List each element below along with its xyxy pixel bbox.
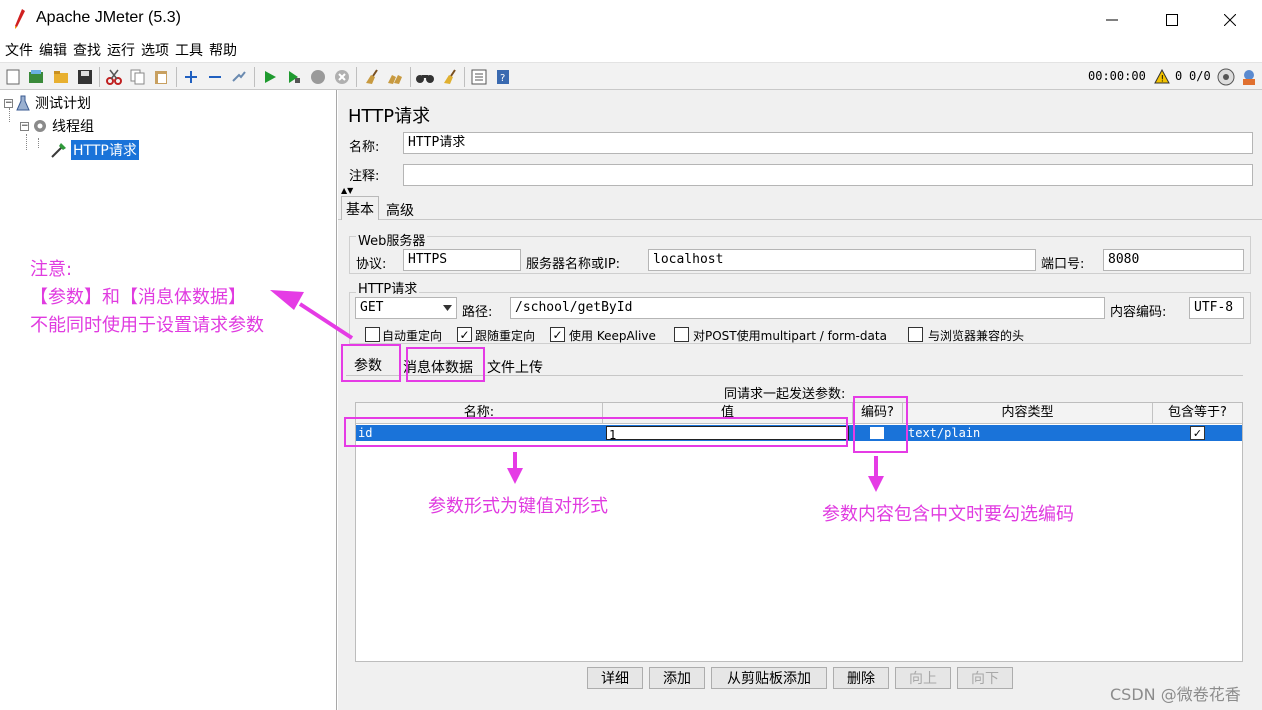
kv-note: 参数形式为键值对形式: [428, 496, 608, 517]
note-line-1: 【参数】和【消息体数据】: [30, 287, 246, 308]
note-line-2: 不能同时使用于设置请求参数: [30, 315, 264, 336]
note-title: 注意:: [30, 259, 73, 280]
arrow-encode-head: [868, 476, 884, 492]
arrow-to-note-head: [270, 290, 304, 310]
encode-note: 参数内容包含中文时要勾选编码: [822, 504, 1074, 525]
watermark: CSDN @微卷花香: [1110, 685, 1241, 704]
arrow-to-note-line: [298, 302, 354, 340]
annotation-arrows: [270, 290, 884, 492]
arrow-kv-head: [507, 468, 523, 484]
